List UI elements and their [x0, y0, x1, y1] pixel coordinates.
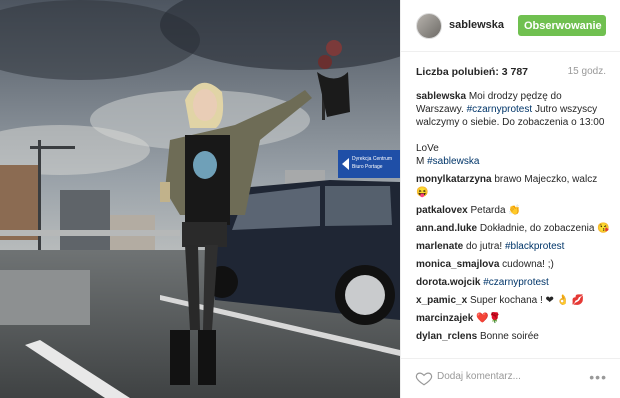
comment: x_pamic_x Super kochana ! ❤ 👌 💋 — [416, 294, 611, 307]
comment: dylan_rclens Bonne soirée — [416, 330, 611, 343]
add-comment-input[interactable]: Dodaj komentarz... — [437, 371, 521, 382]
comment-username[interactable]: dylan_rclens — [416, 331, 477, 342]
caption-hashtag-1[interactable]: #czarnyprotest — [467, 104, 533, 115]
comment-text: do jutra! — [466, 241, 503, 252]
comment-username[interactable]: ann.and.luke — [416, 223, 477, 234]
comment-username[interactable]: monica_smajlova — [416, 259, 499, 270]
caption-hashtag-2[interactable]: #sablewska — [427, 156, 479, 167]
comment: monylkatarzyna brawo Majeczko, walcz 😝 — [416, 173, 611, 199]
comment: monica_smajlova cudowna! ;) — [416, 258, 611, 271]
comments-list: sablewska Moi drodzy pędzę do Warszawy. … — [416, 90, 611, 356]
photo-image: Dyrekcja Centrum Biuro Portage — [0, 0, 400, 398]
comment-text: ❤️🌹 — [476, 313, 501, 324]
sign-text-2: Biuro Portage — [352, 164, 383, 170]
heart-icon[interactable] — [415, 369, 433, 387]
username[interactable]: sablewska — [449, 19, 504, 31]
sign-text-1: Dyrekcja Centrum — [352, 156, 392, 162]
comment-text: Petarda 👏 — [470, 205, 521, 216]
post-photo: Dyrekcja Centrum Biuro Portage — [0, 0, 400, 398]
comment-username[interactable]: monylkatarzyna — [416, 174, 492, 185]
comment-username[interactable]: marlenate — [416, 241, 463, 252]
comment-username[interactable]: dorota.wojcik — [416, 277, 480, 288]
caption-sign: M — [416, 156, 425, 167]
caption: sablewska Moi drodzy pędzę do Warszawy. … — [416, 90, 611, 168]
comment: ann.and.luke Dokładnie, do zobaczenia 😘 — [416, 222, 611, 235]
comment-text: Bonne soirée — [479, 331, 539, 342]
comment-username[interactable]: patkalovex — [416, 205, 468, 216]
caption-love: LoVe — [416, 143, 439, 154]
comment-bar: Dodaj komentarz... ••• — [401, 358, 620, 398]
likes-row: Liczba polubień: 3 787 15 godz. — [416, 66, 606, 80]
comment: marcinzajek ❤️🌹 — [416, 312, 611, 325]
follow-button[interactable]: Obserwowanie — [518, 15, 606, 36]
comment: dorota.wojcik #czarnyprotest — [416, 276, 611, 289]
comment-hashtag[interactable]: #czarnyprotest — [483, 277, 549, 288]
comment: patkalovex Petarda 👏 — [416, 204, 611, 217]
likes-count[interactable]: Liczba polubień: 3 787 — [416, 66, 528, 78]
comment-username[interactable]: x_pamic_x — [416, 295, 467, 306]
post-time[interactable]: 15 godz. — [568, 66, 606, 77]
comment-hashtag[interactable]: #blackprotest — [505, 241, 564, 252]
post-header: sablewska Obserwowanie — [401, 0, 620, 52]
side-panel: sablewska Obserwowanie Liczba polubień: … — [400, 0, 620, 398]
comment-text: Super kochana ! ❤ 👌 💋 — [469, 295, 585, 306]
caption-username[interactable]: sablewska — [416, 91, 466, 102]
instagram-post: Dyrekcja Centrum Biuro Portage sablewska… — [0, 0, 620, 398]
comment-username[interactable]: marcinzajek — [416, 313, 473, 324]
comment: marlenate do jutra! #blackprotest — [416, 240, 611, 253]
comment-text: Dokładnie, do zobaczenia 😘 — [479, 223, 610, 234]
comment-text: cudowna! ;) — [502, 259, 554, 270]
avatar[interactable] — [416, 13, 442, 39]
more-options-icon[interactable]: ••• — [589, 369, 607, 385]
